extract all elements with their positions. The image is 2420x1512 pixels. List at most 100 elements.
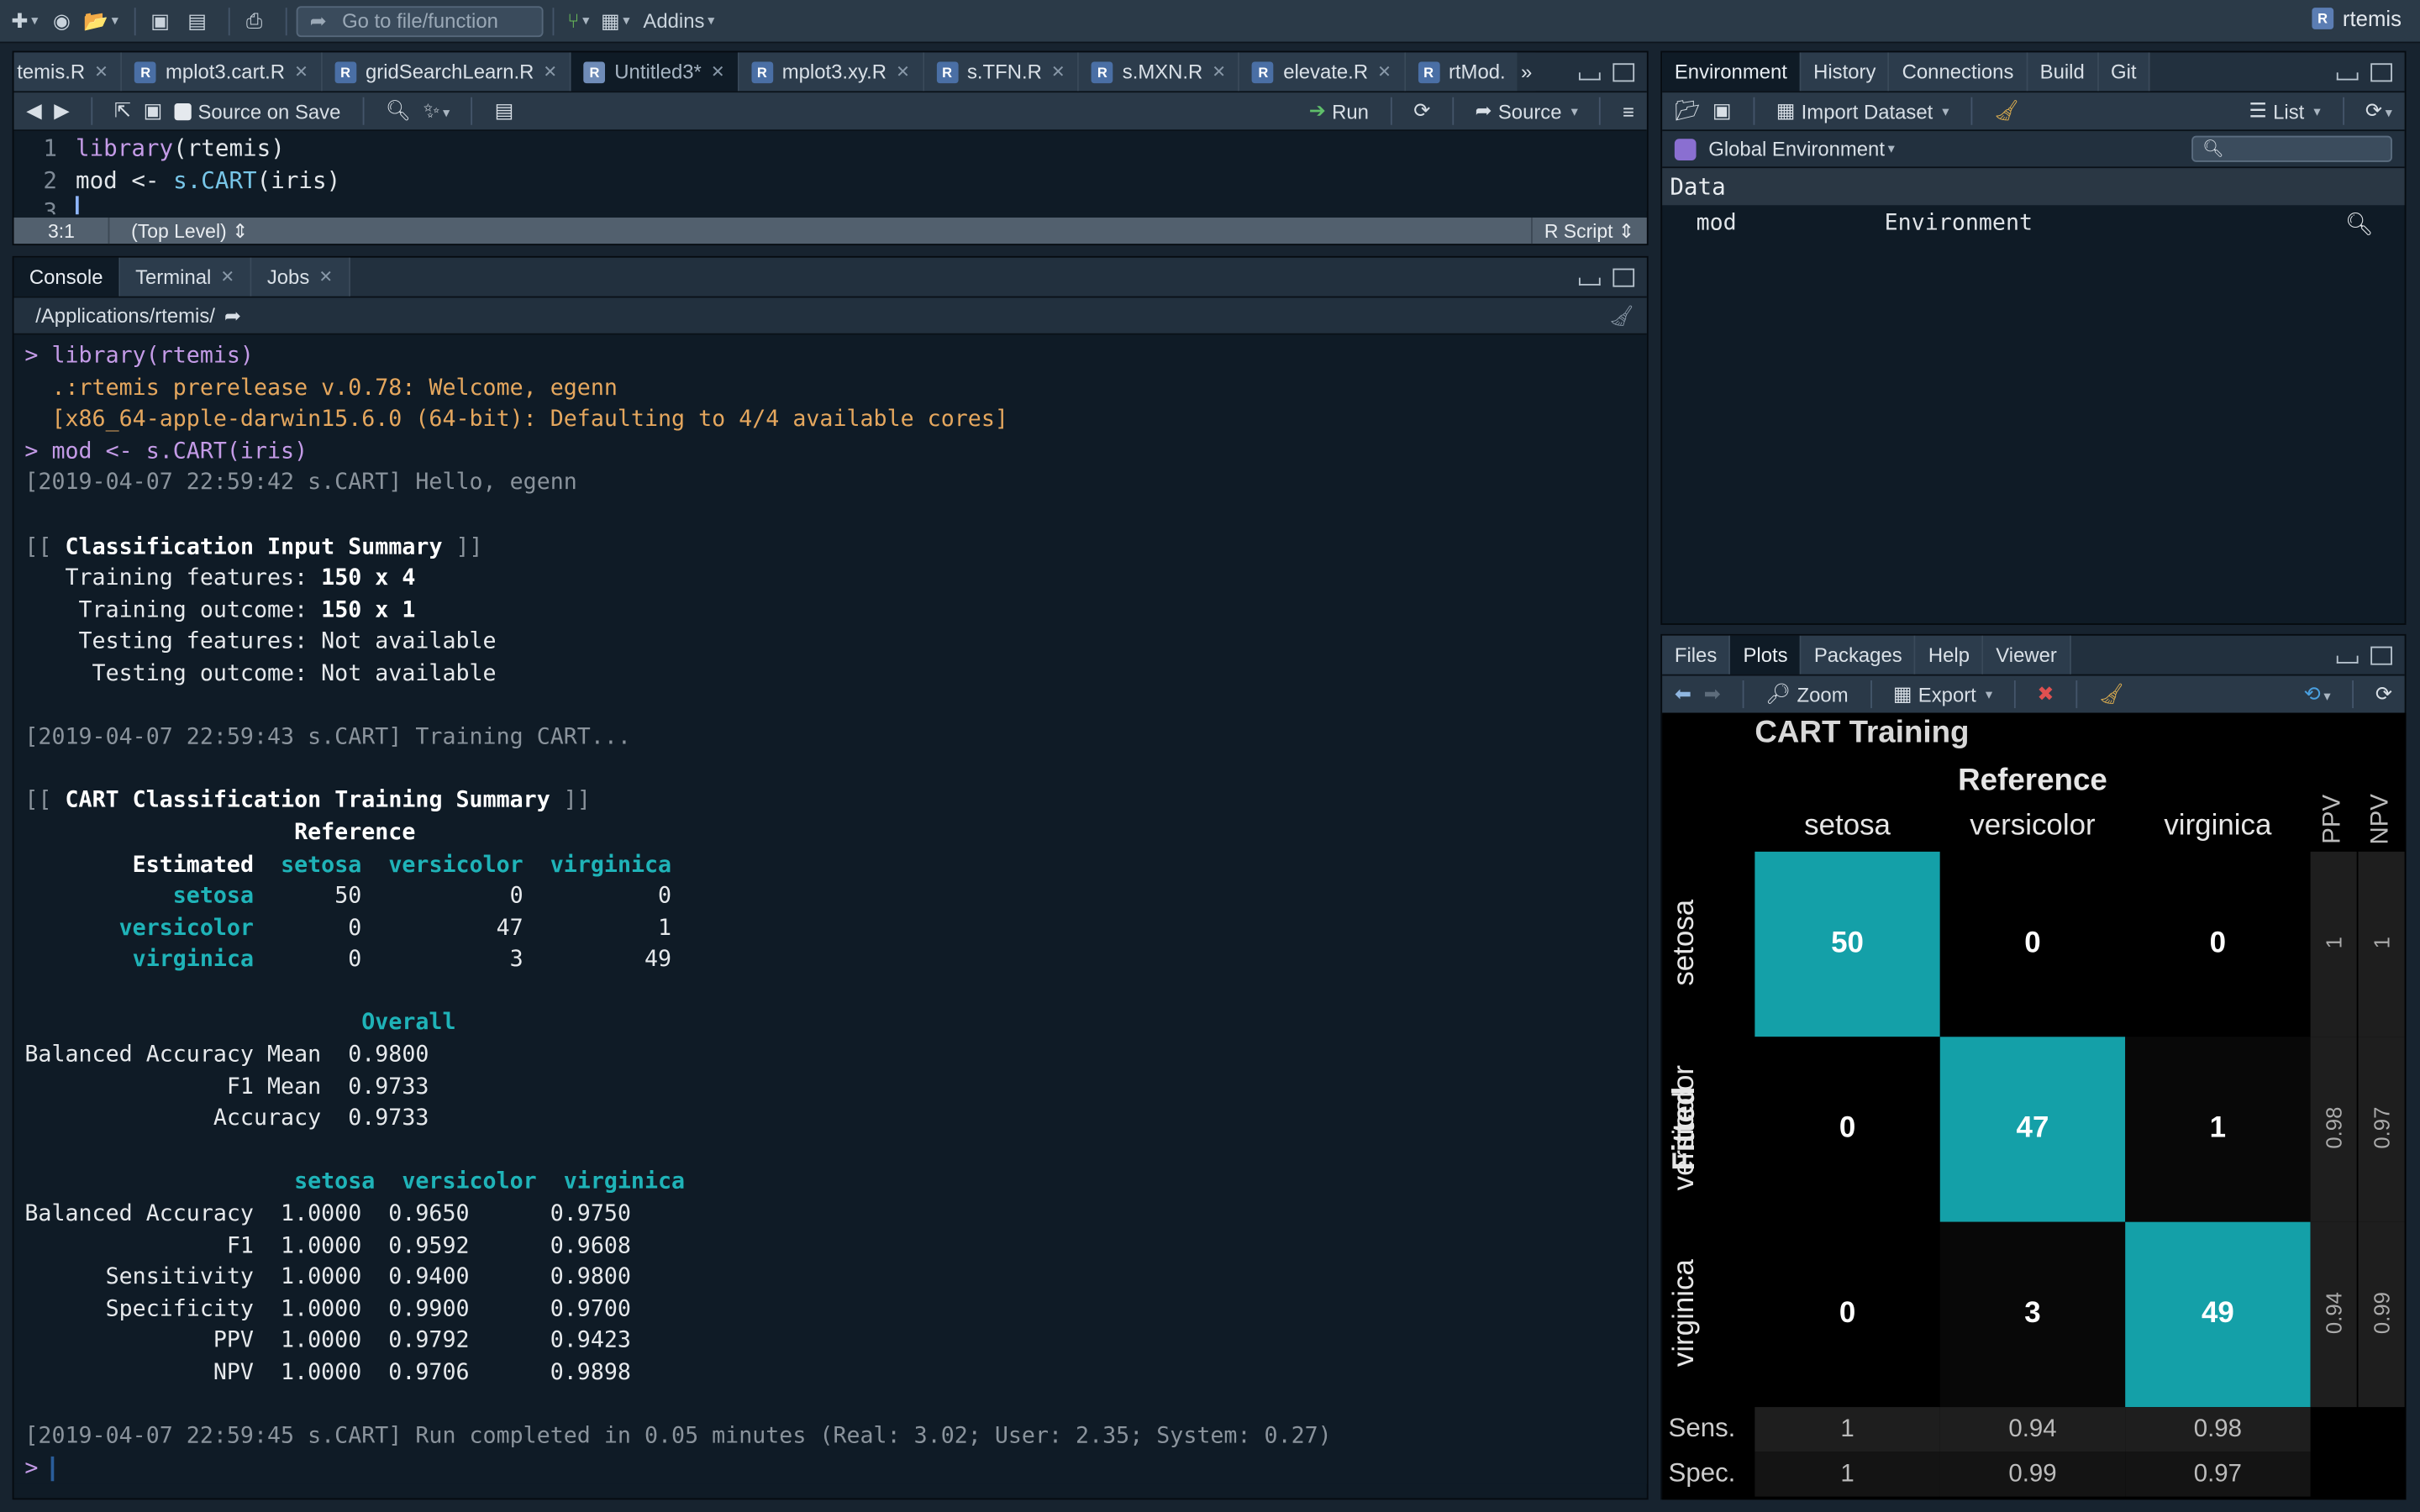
tab-elevate[interactable]: Relevate.R ✕ bbox=[1239, 52, 1406, 92]
tab-s-tfn[interactable]: Rs.TFN.R ✕ bbox=[923, 52, 1080, 92]
tab-files[interactable]: Files bbox=[1662, 635, 1731, 675]
import-dataset-button[interactable]: ▦ Import Dataset ▾ bbox=[1776, 99, 1949, 123]
zoom-button[interactable]: 🔎︎ Zoom bbox=[1765, 682, 1849, 706]
broom-icon[interactable]: 🧹︎ bbox=[1994, 99, 2019, 123]
minimize-icon[interactable] bbox=[2336, 72, 2359, 81]
goto-file-input[interactable]: ➦ Go to file/function bbox=[296, 5, 544, 37]
next-plot-icon[interactable]: ➡ bbox=[1704, 682, 1721, 706]
tab-help[interactable]: Help bbox=[1916, 635, 1984, 675]
remove-plot-icon[interactable]: ✖ bbox=[2037, 682, 2054, 706]
tab-untitled3[interactable]: R Untitled3* ✕ bbox=[571, 52, 739, 92]
tab-gridsearchlearn[interactable]: RgridSearchLearn.R ✕ bbox=[322, 52, 571, 92]
tab-viewer[interactable]: Viewer bbox=[1983, 635, 2071, 675]
save-workspace-icon[interactable]: ▣ bbox=[1712, 99, 1732, 123]
file-type-selector[interactable]: R Script ⇕ bbox=[1530, 217, 1647, 244]
close-icon[interactable]: ✕ bbox=[1377, 61, 1392, 81]
close-icon[interactable]: ✕ bbox=[318, 267, 333, 287]
publish-icon[interactable]: ⟲ ▾ bbox=[2304, 682, 2331, 706]
tab-history[interactable]: History bbox=[1801, 52, 1890, 92]
run-button[interactable]: ➔ Run bbox=[1309, 99, 1369, 123]
previous-plot-icon[interactable]: ⬅ bbox=[1675, 682, 1691, 706]
broom-icon[interactable]: 🧹︎ bbox=[2099, 682, 2124, 706]
addins-menu[interactable]: Addins ▾ bbox=[643, 5, 714, 36]
maximize-icon[interactable] bbox=[2370, 63, 2392, 82]
tab-console[interactable]: Console bbox=[13, 257, 120, 297]
open-file-icon[interactable]: 📂 ▾ bbox=[83, 5, 118, 36]
tab-s-mxn[interactable]: Rs.MXN.R ✕ bbox=[1079, 52, 1240, 92]
tab-rtemis-r[interactable]: temis.R ✕ bbox=[13, 52, 123, 92]
load-workspace-icon[interactable]: 📂︎ bbox=[1675, 99, 1700, 123]
console-line: Estimated setosa versicolor virginica bbox=[132, 852, 672, 878]
scope-label: (Top Level) bbox=[131, 220, 227, 243]
view-mode-button[interactable]: ☰ List ▾ bbox=[2249, 99, 2320, 123]
console-line: Training outcome: 150 x 1 bbox=[24, 598, 416, 623]
rerun-icon[interactable]: ⟳ bbox=[1413, 99, 1430, 123]
save-icon[interactable]: ▣ bbox=[144, 99, 163, 123]
tab-terminal[interactable]: Terminal ✕ bbox=[119, 257, 252, 297]
minimize-icon[interactable] bbox=[1578, 277, 1601, 286]
scope-selector[interactable]: (Top Level) ⇕ bbox=[109, 219, 248, 243]
tab-rtmod[interactable]: RrtMod. bbox=[1405, 52, 1518, 92]
show-in-window-icon[interactable]: ⇱ bbox=[114, 99, 131, 123]
outline-icon[interactable]: ≡ bbox=[1623, 99, 1634, 123]
source-icon: ➦ bbox=[1475, 98, 1492, 123]
close-icon[interactable]: ✕ bbox=[896, 61, 910, 81]
go-to-directory-icon[interactable]: ➦ bbox=[224, 303, 241, 328]
forward-icon[interactable]: ▶ bbox=[54, 99, 69, 123]
console-output[interactable]: > library(rtemis) .:rtemis prerelease v.… bbox=[13, 334, 1647, 1485]
export-button[interactable]: ▦ Export ▾ bbox=[1893, 682, 1992, 706]
tab-jobs[interactable]: Jobs ✕ bbox=[251, 257, 350, 297]
tab-mplot3-xy[interactable]: Rmplot3.xy.R ✕ bbox=[739, 52, 924, 92]
save-icon[interactable]: ▣ bbox=[145, 5, 176, 36]
refresh-icon[interactable]: ⟳ ▾ bbox=[2365, 99, 2392, 123]
maximize-icon[interactable] bbox=[1612, 268, 1635, 287]
project-menu[interactable]: R rtemis bbox=[2312, 6, 2402, 31]
minimize-icon[interactable] bbox=[1578, 72, 1601, 81]
tab-environment[interactable]: Environment bbox=[1662, 52, 1802, 92]
search-icon[interactable]: 🔍︎ bbox=[386, 99, 411, 123]
tab-connections[interactable]: Connections bbox=[1889, 52, 2028, 92]
environment-row[interactable]: mod Environment 🔍︎ bbox=[1662, 205, 2404, 242]
console-line: Reference bbox=[24, 820, 416, 846]
console-line: F1 Mean 0.9733 bbox=[24, 1074, 429, 1100]
environment-search-input[interactable]: 🔍︎ bbox=[2191, 135, 2392, 162]
close-icon[interactable]: ✕ bbox=[294, 61, 308, 81]
close-icon[interactable]: ✕ bbox=[94, 61, 108, 81]
close-icon[interactable]: ✕ bbox=[1051, 61, 1065, 81]
maximize-icon[interactable] bbox=[1612, 63, 1635, 82]
clear-console-icon[interactable]: 🧹︎ bbox=[1609, 303, 1634, 328]
source-button[interactable]: ➦ Source ▾ bbox=[1475, 99, 1577, 123]
console-line: F1 1.0000 0.9592 0.9608 bbox=[24, 1233, 631, 1259]
new-project-icon[interactable]: ◉ bbox=[46, 5, 77, 36]
source-on-save-checkbox[interactable]: Source on Save bbox=[174, 99, 340, 123]
close-icon[interactable]: ✕ bbox=[711, 61, 725, 81]
save-all-icon[interactable]: ▤ bbox=[182, 5, 213, 36]
close-icon[interactable]: ✕ bbox=[220, 267, 234, 287]
more-tabs-icon[interactable]: » bbox=[1518, 52, 1535, 92]
new-file-icon[interactable]: ✚ ▾ bbox=[9, 5, 40, 36]
vcs-icon[interactable]: ⑂ ▾ bbox=[563, 5, 594, 36]
view-object-icon[interactable]: 🔍︎ bbox=[2345, 211, 2374, 237]
workspace-panes-icon[interactable]: ▦ ▾ bbox=[600, 5, 631, 36]
code-editor[interactable]: 1 library(rtemis) 2 mod <- s.CART(iris) 3 bbox=[13, 131, 1647, 215]
export-label: Export bbox=[1918, 682, 1976, 706]
console-path-bar: /Applications/rtemis/ ➦ 🧹︎ bbox=[13, 297, 1647, 335]
print-icon[interactable]: ⎙ bbox=[239, 5, 270, 36]
maximize-icon[interactable] bbox=[2370, 646, 2392, 665]
compile-report-icon[interactable]: ▤ bbox=[495, 99, 514, 123]
tab-mplot3-cart[interactable]: Rmplot3.cart.R ✕ bbox=[122, 52, 323, 92]
tab-build[interactable]: Build bbox=[2027, 52, 2099, 92]
code-fn: s.CART bbox=[173, 165, 257, 194]
close-icon[interactable]: ✕ bbox=[543, 61, 557, 81]
tab-git[interactable]: Git bbox=[2098, 52, 2151, 92]
tab-packages[interactable]: Packages bbox=[1802, 635, 1917, 675]
close-icon[interactable]: ✕ bbox=[1212, 61, 1226, 81]
tab-plots[interactable]: Plots bbox=[1730, 635, 1802, 675]
code-tools-icon[interactable]: ✨︎ ▾ bbox=[424, 99, 450, 123]
tab-label: History bbox=[1813, 60, 1876, 84]
scope-dropdown[interactable]: Global Environment ▾ bbox=[1708, 137, 1895, 160]
tab-label: rtMod. bbox=[1448, 60, 1506, 84]
refresh-icon[interactable]: ⟳ bbox=[2375, 682, 2392, 706]
minimize-icon[interactable] bbox=[2336, 655, 2359, 664]
back-icon[interactable]: ◀ bbox=[26, 99, 41, 123]
